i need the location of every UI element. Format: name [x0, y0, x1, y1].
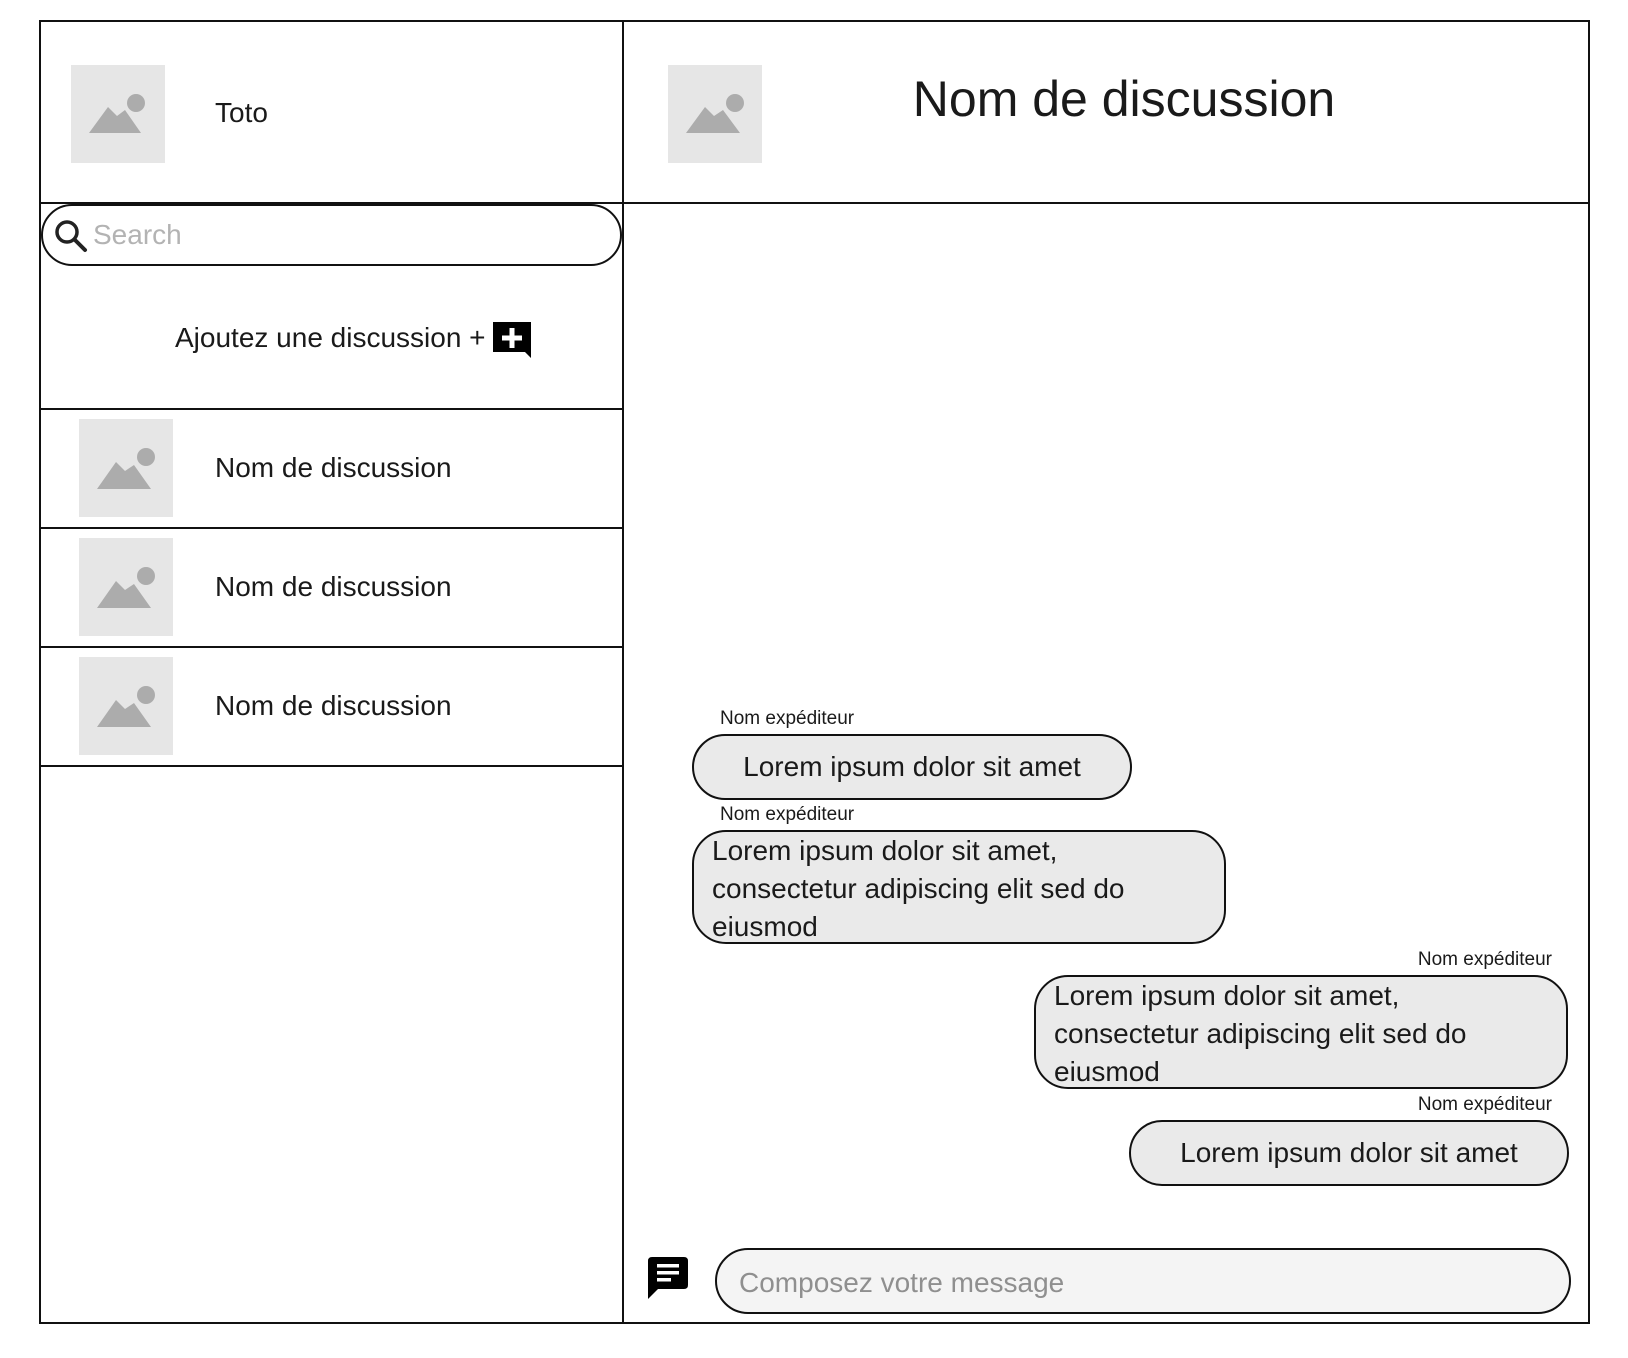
- image-placeholder-icon: [686, 94, 744, 133]
- add-discussion-label: Ajoutez une discussion +: [175, 322, 486, 353]
- image-placeholder-icon: [89, 94, 145, 133]
- chat-panel: Nom de discussion Nom expéditeur Lorem i…: [624, 22, 1590, 1322]
- sidebar: Toto Ajoutez une discussion +: [41, 22, 624, 1322]
- conversation-avatar-icon: [79, 419, 173, 517]
- add-chat-icon[interactable]: [491, 320, 533, 362]
- conversation-name: Nom de discussion: [215, 571, 452, 602]
- image-placeholder-icon: [97, 448, 155, 489]
- app-frame: Toto Ajoutez une discussion +: [39, 20, 1590, 1324]
- search-icon: [55, 220, 87, 252]
- search-bar[interactable]: [41, 204, 622, 266]
- conversation-item[interactable]: Nom de discussion: [41, 410, 622, 529]
- profile-header: Toto: [41, 22, 622, 204]
- profile-name: Toto: [215, 97, 268, 128]
- message-bubble[interactable]: Lorem ipsum dolor sit amet: [1129, 1120, 1569, 1186]
- add-discussion-button[interactable]: Ajoutez une discussion +: [41, 268, 622, 410]
- message-sender: Nom expéditeur: [720, 708, 855, 729]
- search-input[interactable]: [91, 214, 595, 256]
- message-icon[interactable]: [646, 1255, 690, 1301]
- message-sender: Nom expéditeur: [720, 804, 855, 825]
- message-sender: Nom expéditeur: [1417, 1094, 1552, 1115]
- chat-header: Nom de discussion: [624, 22, 1590, 204]
- message-bubble[interactable]: Lorem ipsum dolor sit amet, consectetur …: [1034, 975, 1568, 1089]
- message-bubble[interactable]: Lorem ipsum dolor sit amet: [692, 734, 1132, 800]
- image-placeholder-icon: [97, 686, 155, 727]
- conversation-avatar-icon: [79, 657, 173, 755]
- conversation-item[interactable]: Nom de discussion: [41, 648, 622, 767]
- message-input[interactable]: [737, 1262, 1551, 1304]
- chat-title: Nom de discussion: [912, 71, 1336, 127]
- conversation-avatar-icon: [79, 538, 173, 636]
- chat-avatar-icon[interactable]: [668, 65, 762, 163]
- message-sender: Nom expéditeur: [1417, 949, 1552, 970]
- conversation-name: Nom de discussion: [215, 452, 452, 483]
- profile-avatar-icon[interactable]: [71, 65, 165, 163]
- message-composer[interactable]: [715, 1248, 1571, 1314]
- image-placeholder-icon: [97, 567, 155, 608]
- message-bubble[interactable]: Lorem ipsum dolor sit amet, consectetur …: [692, 830, 1226, 944]
- conversation-name: Nom de discussion: [215, 690, 452, 721]
- conversation-item[interactable]: Nom de discussion: [41, 529, 622, 648]
